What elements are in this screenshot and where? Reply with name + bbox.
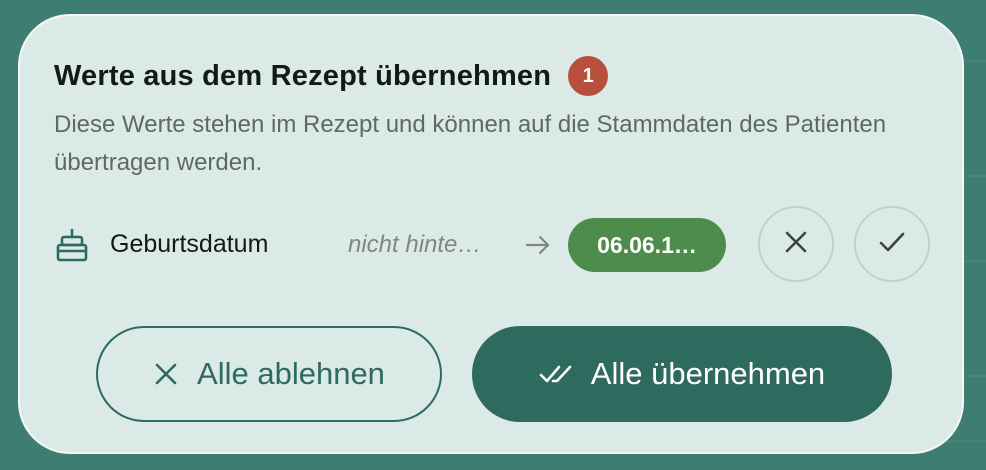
cake-icon <box>54 228 90 262</box>
checkmark-icon <box>877 229 907 260</box>
new-value-pill: 06.06.1… <box>568 218 726 272</box>
reject-all-button[interactable]: Alle ablehnen <box>96 326 442 422</box>
accept-all-label: Alle übernehmen <box>590 356 826 391</box>
dialog-header: Werte aus dem Rezept übernehmen 1 <box>54 56 609 96</box>
accept-all-button[interactable]: Alle übernehmen <box>472 326 892 422</box>
count-badge: 1 <box>568 56 609 96</box>
accept-field-button[interactable] <box>854 206 930 282</box>
double-check-icon <box>539 362 573 386</box>
dialog-description: Diese Werte stehen im Rezept und können … <box>54 111 887 176</box>
dialog-title: Werte aus dem Rezept übernehmen <box>54 59 552 92</box>
reject-all-label: Alle ablehnen <box>197 356 385 391</box>
close-icon <box>153 361 179 387</box>
current-value: nicht hinte… <box>348 231 482 258</box>
reject-field-button[interactable] <box>758 206 834 282</box>
arrow-right-icon <box>524 232 552 258</box>
field-row-birthdate: Geburtsdatum nicht hinte… 06.06.1… <box>54 204 934 284</box>
close-icon <box>783 229 809 260</box>
apply-values-dialog: Werte aus dem Rezept übernehmen 1 Diese … <box>18 14 964 454</box>
field-label: Geburtsdatum <box>110 230 269 258</box>
